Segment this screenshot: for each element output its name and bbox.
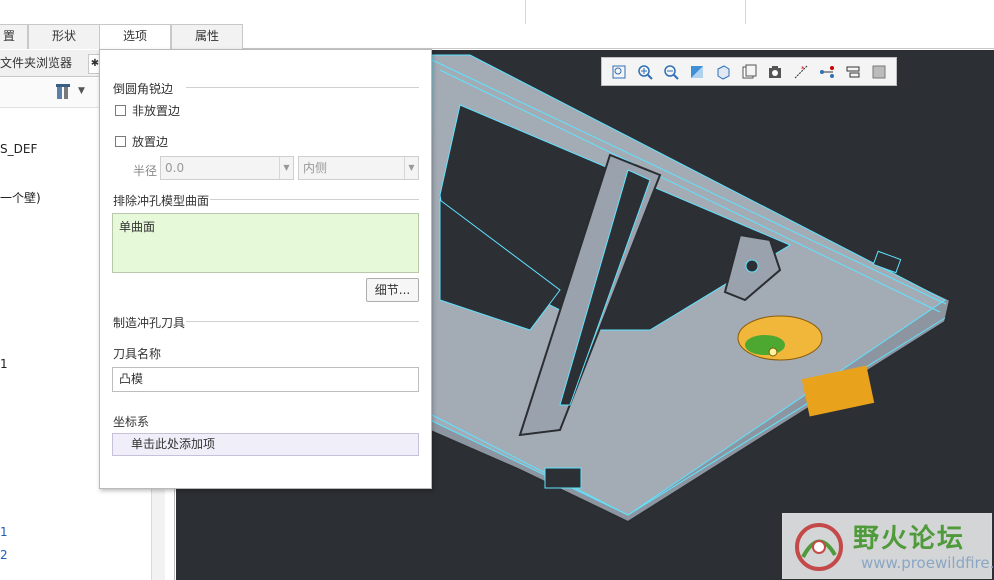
exclude-surfaces-collector[interactable]: 单曲面	[112, 213, 419, 273]
repaint-icon[interactable]	[686, 61, 708, 83]
chevron-down-icon[interactable]: ▼	[78, 86, 85, 96]
tool-name-label: 刀具名称	[113, 347, 162, 361]
section-divider	[186, 321, 419, 322]
non-placement-edges-option[interactable]: 非放置边	[115, 102, 180, 119]
saved-views-icon[interactable]	[738, 61, 760, 83]
display-style-icon[interactable]	[712, 61, 734, 83]
non-placement-edges-checkbox[interactable]	[115, 105, 126, 116]
watermark-url: www.proewildfire.cn	[861, 554, 994, 572]
tree-item[interactable]: 2	[0, 548, 8, 562]
tab-shape[interactable]: 形状	[28, 24, 100, 49]
tab-label: 属性	[194, 29, 219, 43]
section-title-make-tool: 制造冲孔刀具	[113, 316, 186, 330]
datum-display-icon[interactable]: *	[790, 61, 812, 83]
section-title-fillet-sharp-edges: 倒圆角锐边	[113, 82, 174, 96]
ribbon-bar: 置 形状 选项 属性	[0, 0, 994, 50]
radius-label: 半径	[133, 164, 158, 178]
ribbon-separator	[525, 0, 526, 24]
watermark-title: 野火论坛	[853, 524, 966, 554]
tree-item[interactable]: 1	[0, 525, 8, 539]
refit-icon[interactable]	[608, 61, 630, 83]
chevron-down-icon[interactable]: ▼	[279, 157, 293, 179]
non-placement-edges-label: 非放置边	[132, 104, 181, 118]
zoom-out-icon[interactable]	[660, 61, 682, 83]
ribbon-separator	[745, 0, 746, 24]
tab-options[interactable]: 选项	[99, 24, 171, 50]
collector-item[interactable]: 单曲面	[119, 220, 155, 234]
details-button[interactable]: 细节...	[366, 278, 419, 302]
options-panel: 倒圆角锐边 非放置边 放置边 半径 0.0 ▼ 内侧 ▼ 排除冲孔模型曲面 单曲…	[99, 49, 432, 489]
forum-watermark: 野火论坛 www.proewildfire.cn	[782, 513, 994, 579]
tab-folder-browser[interactable]: 文件夹浏览器	[0, 50, 72, 77]
coord-system-collector[interactable]: 单击此处添加项	[112, 433, 419, 456]
placement-edges-label: 放置边	[132, 135, 169, 149]
tab-label: 选项	[122, 29, 147, 43]
tree-settings-icon[interactable]	[54, 82, 74, 105]
tab-properties[interactable]: 属性	[171, 24, 243, 49]
tab-label: 置	[2, 29, 15, 43]
side-value: 内侧	[303, 161, 328, 175]
annotation-display-icon[interactable]	[842, 61, 864, 83]
spin-center-icon[interactable]	[816, 61, 838, 83]
tree-item[interactable]: 1	[0, 357, 8, 371]
zoom-in-icon[interactable]	[634, 61, 656, 83]
side-combobox[interactable]: 内侧 ▼	[298, 156, 419, 180]
section-title-exclude-surfaces: 排除冲孔模型曲面	[113, 194, 210, 208]
tab-label: 形状	[51, 29, 76, 43]
tree-item[interactable]: 一个壁)	[0, 189, 41, 206]
view-toolbar: *	[601, 57, 897, 86]
placement-edges-option[interactable]: 放置边	[115, 133, 168, 150]
view-manager-icon[interactable]	[764, 61, 786, 83]
appearance-icon[interactable]	[868, 61, 890, 83]
tab-placement[interactable]: 置	[0, 24, 28, 49]
tool-name-input[interactable]: 凸模	[112, 367, 419, 392]
forum-logo-icon	[795, 523, 843, 571]
section-divider	[210, 199, 419, 200]
tree-item[interactable]: S_DEF	[0, 142, 37, 156]
svg-text:*: *	[801, 65, 805, 73]
radius-combobox[interactable]: 0.0 ▼	[160, 156, 294, 180]
chevron-down-icon[interactable]: ▼	[404, 157, 418, 179]
coord-system-label: 坐标系	[113, 415, 150, 429]
section-divider	[186, 87, 419, 88]
radius-value: 0.0	[165, 161, 185, 175]
placement-edges-checkbox[interactable]	[115, 136, 126, 147]
